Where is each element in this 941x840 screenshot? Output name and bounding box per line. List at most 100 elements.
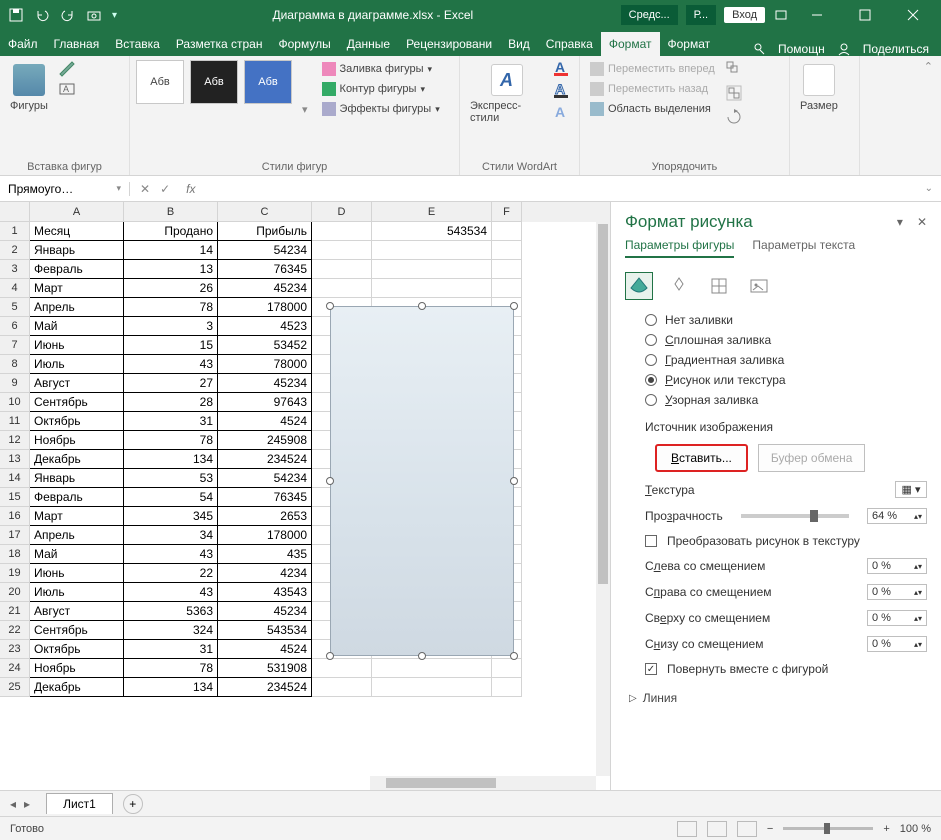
cell[interactable]: 234524: [218, 450, 312, 469]
cell[interactable]: 78: [124, 659, 218, 678]
row-header[interactable]: 16: [0, 507, 30, 526]
row-header[interactable]: 9: [0, 374, 30, 393]
cell[interactable]: 245908: [218, 431, 312, 450]
align-icon[interactable]: [725, 60, 743, 78]
column-header[interactable]: F: [492, 202, 522, 222]
cell[interactable]: [492, 222, 522, 241]
shape-outline-button[interactable]: Контур фигуры▾: [318, 80, 444, 98]
maximize-icon[interactable]: [845, 0, 885, 30]
offset-top-value[interactable]: 0 %▴▾: [867, 610, 927, 626]
fill-solid-radio[interactable]: ССплошная заливкаплошная заливка: [625, 330, 927, 350]
tab-format-shape[interactable]: Формат: [601, 32, 660, 56]
cell[interactable]: 34: [124, 526, 218, 545]
undo-icon[interactable]: [34, 7, 50, 23]
cell[interactable]: 15: [124, 336, 218, 355]
cell[interactable]: Прибыль: [218, 222, 312, 241]
cell[interactable]: Апрель: [30, 298, 124, 317]
inserted-shape-rectangle[interactable]: [330, 306, 514, 656]
collapse-ribbon-icon[interactable]: ⌃: [916, 56, 941, 175]
tab-page-layout[interactable]: Разметка стран: [168, 32, 271, 56]
cell[interactable]: 26: [124, 279, 218, 298]
name-box-dropdown-icon[interactable]: ▾: [116, 183, 121, 194]
cell[interactable]: 45234: [218, 279, 312, 298]
ribbon-display-icon[interactable]: [773, 7, 789, 23]
row-header[interactable]: 7: [0, 336, 30, 355]
cell[interactable]: Февраль: [30, 488, 124, 507]
cell[interactable]: 76345: [218, 488, 312, 507]
cell[interactable]: [372, 260, 492, 279]
insert-picture-button[interactable]: Вставить...: [655, 444, 748, 472]
shape-effects-button[interactable]: Эффекты фигуры▾: [318, 100, 444, 118]
cell[interactable]: [492, 279, 522, 298]
cell[interactable]: 31: [124, 412, 218, 431]
row-header[interactable]: 12: [0, 431, 30, 450]
cell[interactable]: Февраль: [30, 260, 124, 279]
tab-help[interactable]: Справка: [538, 32, 601, 56]
row-header[interactable]: 25: [0, 678, 30, 697]
select-all-corner[interactable]: [0, 202, 30, 222]
horizontal-scrollbar[interactable]: [370, 776, 596, 790]
cell[interactable]: 178000: [218, 298, 312, 317]
cell[interactable]: 97643: [218, 393, 312, 412]
cell[interactable]: Декабрь: [30, 450, 124, 469]
fx-label[interactable]: fx: [180, 182, 201, 196]
share-label[interactable]: Поделиться: [863, 42, 929, 56]
cell[interactable]: [372, 241, 492, 260]
cancel-formula-icon[interactable]: ✕: [140, 182, 150, 196]
offset-bottom-value[interactable]: 0 %▴▾: [867, 636, 927, 652]
cell[interactable]: 45234: [218, 602, 312, 621]
pane-tab-shape-options[interactable]: Параметры фигуры: [625, 238, 734, 258]
fill-picture-radio[interactable]: Рисунок или текстура: [625, 370, 927, 390]
cell[interactable]: Август: [30, 374, 124, 393]
normal-view-icon[interactable]: [677, 821, 697, 837]
add-sheet-button[interactable]: +: [123, 794, 143, 814]
cell[interactable]: 43: [124, 545, 218, 564]
cell[interactable]: [372, 659, 492, 678]
shape-fill-button[interactable]: Заливка фигуры▾: [318, 60, 444, 78]
cell[interactable]: 28: [124, 393, 218, 412]
row-header[interactable]: 8: [0, 355, 30, 374]
clipboard-button[interactable]: Буфер обмена: [758, 444, 866, 472]
transparency-value[interactable]: 64 %▴▾: [867, 508, 927, 524]
cell[interactable]: 4523: [218, 317, 312, 336]
cell[interactable]: Июнь: [30, 564, 124, 583]
offset-right-value[interactable]: 0 %▴▾: [867, 584, 927, 600]
cell[interactable]: 43: [124, 583, 218, 602]
cell[interactable]: 43: [124, 355, 218, 374]
fill-pattern-radio[interactable]: Узорная заливка: [625, 390, 927, 410]
column-header[interactable]: C: [218, 202, 312, 222]
cell[interactable]: 4524: [218, 412, 312, 431]
row-header[interactable]: 22: [0, 621, 30, 640]
pane-options-icon[interactable]: ▾: [897, 215, 903, 229]
shape-style-preset-1[interactable]: Абв: [136, 60, 184, 104]
row-header[interactable]: 14: [0, 469, 30, 488]
tab-home[interactable]: Главная: [46, 32, 108, 56]
cell[interactable]: 14: [124, 241, 218, 260]
row-header[interactable]: 10: [0, 393, 30, 412]
cell[interactable]: [372, 678, 492, 697]
shape-style-preset-2[interactable]: Абв: [190, 60, 238, 104]
cell[interactable]: 31: [124, 640, 218, 659]
cell[interactable]: Июль: [30, 355, 124, 374]
cell[interactable]: 345: [124, 507, 218, 526]
cell[interactable]: Январь: [30, 241, 124, 260]
cell[interactable]: 22: [124, 564, 218, 583]
page-layout-view-icon[interactable]: [707, 821, 727, 837]
row-header[interactable]: 3: [0, 260, 30, 279]
column-header[interactable]: E: [372, 202, 492, 222]
row-header[interactable]: 2: [0, 241, 30, 260]
cell[interactable]: [492, 241, 522, 260]
cell[interactable]: 43543: [218, 583, 312, 602]
cell[interactable]: 531908: [218, 659, 312, 678]
sheet-nav-prev-icon[interactable]: ◂: [10, 797, 16, 811]
camera-icon[interactable]: [86, 7, 102, 23]
cell[interactable]: [312, 279, 372, 298]
cell[interactable]: 53: [124, 469, 218, 488]
cell[interactable]: Ноябрь: [30, 659, 124, 678]
contextual-tab-tools[interactable]: Средс...: [621, 5, 678, 25]
cell[interactable]: 435: [218, 545, 312, 564]
text-box-icon[interactable]: A: [58, 80, 76, 98]
tab-review[interactable]: Рецензировани: [398, 32, 500, 56]
pane-tab-text-options[interactable]: Параметры текста: [752, 238, 855, 258]
zoom-in-icon[interactable]: +: [883, 823, 889, 835]
